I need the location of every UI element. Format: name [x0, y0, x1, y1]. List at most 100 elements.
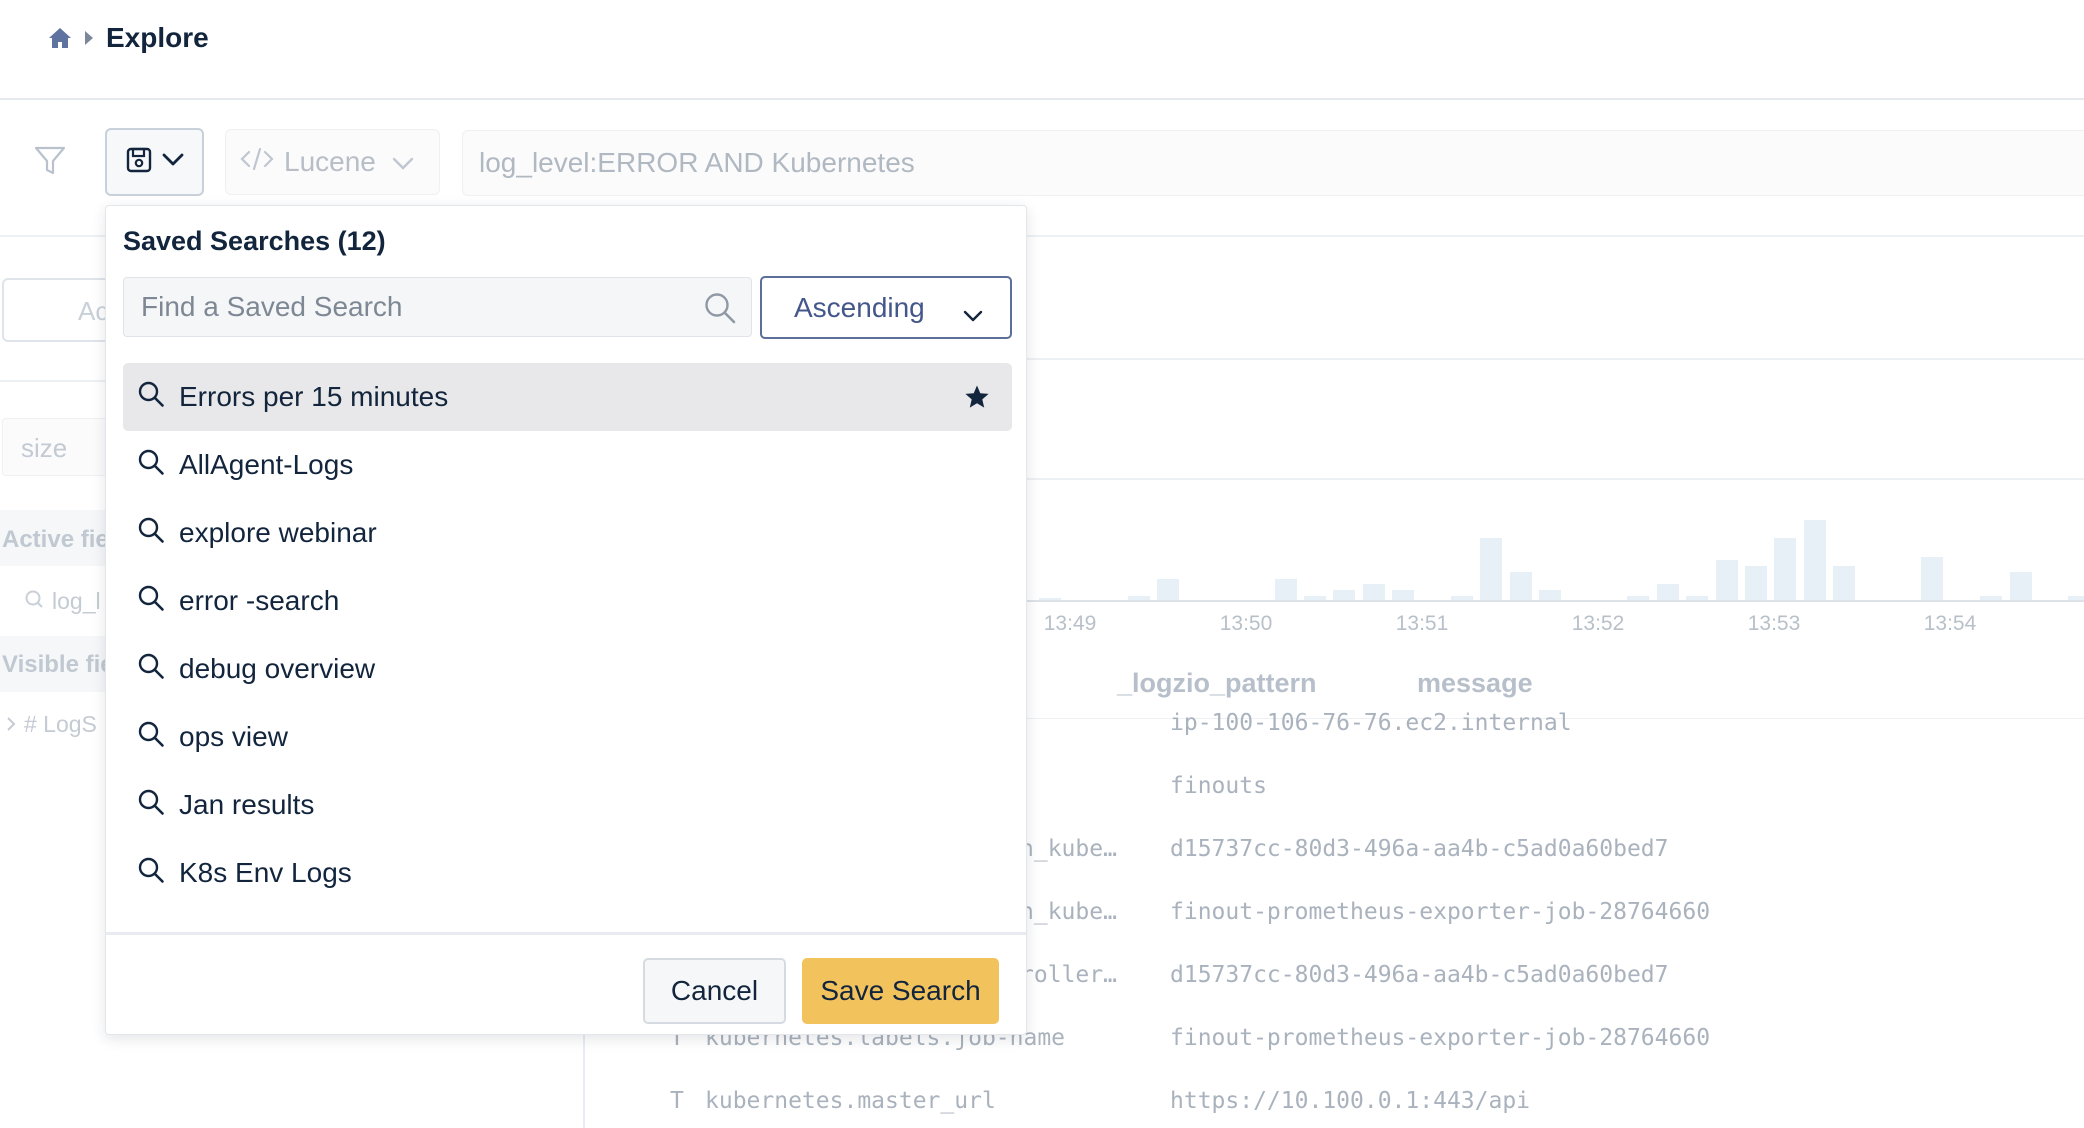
histogram-bar[interactable]	[1656, 584, 1679, 600]
saved-search-label: debug overview	[179, 653, 376, 684]
histogram-bar[interactable]	[2068, 596, 2084, 600]
histogram-bar[interactable]	[1039, 598, 1062, 600]
home-icon[interactable]	[48, 27, 72, 49]
histogram-tick-label: 13:51	[1395, 612, 1449, 635]
table-cell-key: h_kube…	[1020, 899, 1117, 925]
field-search-placeholder: size	[21, 433, 68, 463]
table-cell-key: kubernetes.master_url	[705, 1088, 996, 1114]
chevron-down-icon	[162, 153, 184, 172]
chevron-down-icon	[962, 298, 984, 330]
saved-search-label: explore webinar	[179, 517, 377, 548]
query-language-label: Lucene	[284, 146, 376, 177]
field-search-icon	[24, 588, 44, 615]
search-icon	[137, 380, 165, 415]
saved-search-item[interactable]: ops view	[123, 703, 1012, 771]
visible-fields-label: Visible fie	[2, 651, 114, 678]
column-header-logzio-pattern[interactable]: _logzio_pattern	[1117, 668, 1317, 699]
saved-search-item[interactable]: K8s Env Logs	[123, 839, 1012, 907]
chevron-right-icon	[84, 30, 94, 46]
table-cell-value: ip-100-106-76-76.ec2.internal	[1170, 710, 1572, 736]
histogram-bar[interactable]	[1362, 584, 1385, 600]
chevron-down-icon	[392, 146, 414, 178]
table-row[interactable]: Tkubernetes.master_url https://10.100.0.1…	[0, 1088, 2084, 1128]
saved-search-label: AllAgent-Logs	[179, 449, 354, 480]
saved-search-label: Jan results	[179, 789, 315, 820]
histogram-bar[interactable]	[1274, 579, 1297, 600]
saved-search-list: Errors per 15 minutes AllAgent-Logs explor…	[123, 363, 1012, 907]
add-field-label: Ac	[78, 296, 109, 326]
cancel-button[interactable]: Cancel	[643, 958, 786, 1024]
search-icon	[703, 291, 737, 330]
histogram-bar[interactable]	[1539, 590, 1562, 600]
saved-search-input[interactable]	[124, 278, 684, 336]
histogram-bar[interactable]	[1803, 520, 1826, 600]
histogram-bar[interactable]	[1127, 596, 1150, 600]
search-icon	[137, 788, 165, 823]
saved-searches-dropdown[interactable]	[105, 128, 204, 196]
filter-icon[interactable]	[34, 146, 66, 181]
table-cell-key: h_kube…	[1020, 836, 1117, 862]
active-fields-label: Active fie	[2, 526, 109, 553]
table-cell-type: T	[670, 1088, 684, 1114]
save-icon	[126, 147, 152, 178]
histogram-axis	[1010, 600, 2084, 602]
histogram-bar[interactable]	[2009, 572, 2032, 600]
star-icon[interactable]	[964, 384, 990, 417]
histogram-tick-label: 13:50	[1219, 612, 1273, 635]
histogram-tick-label: 13:53	[1747, 612, 1801, 635]
search-icon	[137, 516, 165, 551]
histogram-bar[interactable]	[1304, 596, 1326, 600]
search-icon	[137, 584, 165, 619]
histogram-bar[interactable]	[1333, 590, 1356, 600]
saved-search-item[interactable]: explore webinar	[123, 499, 1012, 567]
search-icon	[137, 448, 165, 483]
sort-order-label: Ascending	[794, 291, 925, 323]
histogram-bar[interactable]	[1627, 596, 1650, 600]
query-input[interactable]: log_level:ERROR AND Kubernetes	[462, 130, 2084, 196]
saved-search-item[interactable]: Errors per 15 minutes	[123, 363, 1012, 431]
saved-search-label: Errors per 15 minutes	[179, 381, 449, 412]
histogram-bar[interactable]	[1686, 596, 1709, 600]
histogram-bar[interactable]	[1451, 596, 1473, 600]
column-header-message[interactable]: message	[1417, 668, 1533, 699]
saved-search-label: K8s Env Logs	[179, 857, 352, 888]
table-cell-value: d15737cc-80d3-496a-aa4b-c5ad0a60bed7	[1170, 836, 1669, 862]
histogram-tick-label: 13:54	[1923, 612, 1977, 635]
popover-footer: Cancel Save Search	[106, 932, 1026, 1035]
histogram-bar[interactable]	[1480, 538, 1503, 600]
saved-search-label: ops view	[179, 721, 288, 752]
top-bar: Explore	[0, 0, 2084, 100]
breadcrumb: Explore	[48, 20, 209, 56]
table-cell-value: finout-prometheus-exporter-job-28764660	[1170, 899, 1711, 925]
search-icon	[137, 856, 165, 891]
saved-search-item[interactable]: AllAgent-Logs	[123, 431, 1012, 499]
active-field-item[interactable]: log_l	[24, 588, 101, 615]
histogram-bar[interactable]	[1715, 560, 1738, 600]
saved-search-item[interactable]: Jan results	[123, 771, 1012, 839]
search-icon	[137, 720, 165, 755]
histogram-bar[interactable]	[1774, 538, 1797, 600]
page-title: Explore	[106, 22, 209, 53]
table-cell-key: roller…	[1020, 962, 1117, 988]
log-histogram	[1010, 470, 2084, 602]
sort-order-dropdown[interactable]: Ascending	[760, 276, 1012, 339]
table-cell-value: finout-prometheus-exporter-job-28764660	[1170, 1025, 1711, 1051]
histogram-bar[interactable]	[1921, 557, 1944, 600]
histogram-bar[interactable]	[1157, 579, 1179, 600]
search-icon	[137, 652, 165, 687]
save-search-button[interactable]: Save Search	[802, 958, 999, 1024]
histogram-bar[interactable]	[1509, 572, 1532, 600]
histogram-bar[interactable]	[1745, 566, 1767, 600]
histogram-bar[interactable]	[1833, 566, 1856, 600]
histogram-bar[interactable]	[1980, 596, 2003, 600]
saved-searches-popover: Saved Searches (12) Ascending Errors per…	[105, 205, 1027, 1035]
saved-search-label: error -search	[179, 585, 340, 616]
code-icon	[240, 146, 274, 178]
saved-search-item[interactable]: error -search	[123, 567, 1012, 635]
query-language-dropdown[interactable]: Lucene	[225, 129, 440, 195]
saved-search-item[interactable]: debug overview	[123, 635, 1012, 703]
table-cell-value: d15737cc-80d3-496a-aa4b-c5ad0a60bed7	[1170, 962, 1669, 988]
histogram-bar[interactable]	[1392, 590, 1415, 600]
saved-search-filter	[123, 277, 752, 337]
table-cell-value: finouts	[1170, 773, 1267, 799]
